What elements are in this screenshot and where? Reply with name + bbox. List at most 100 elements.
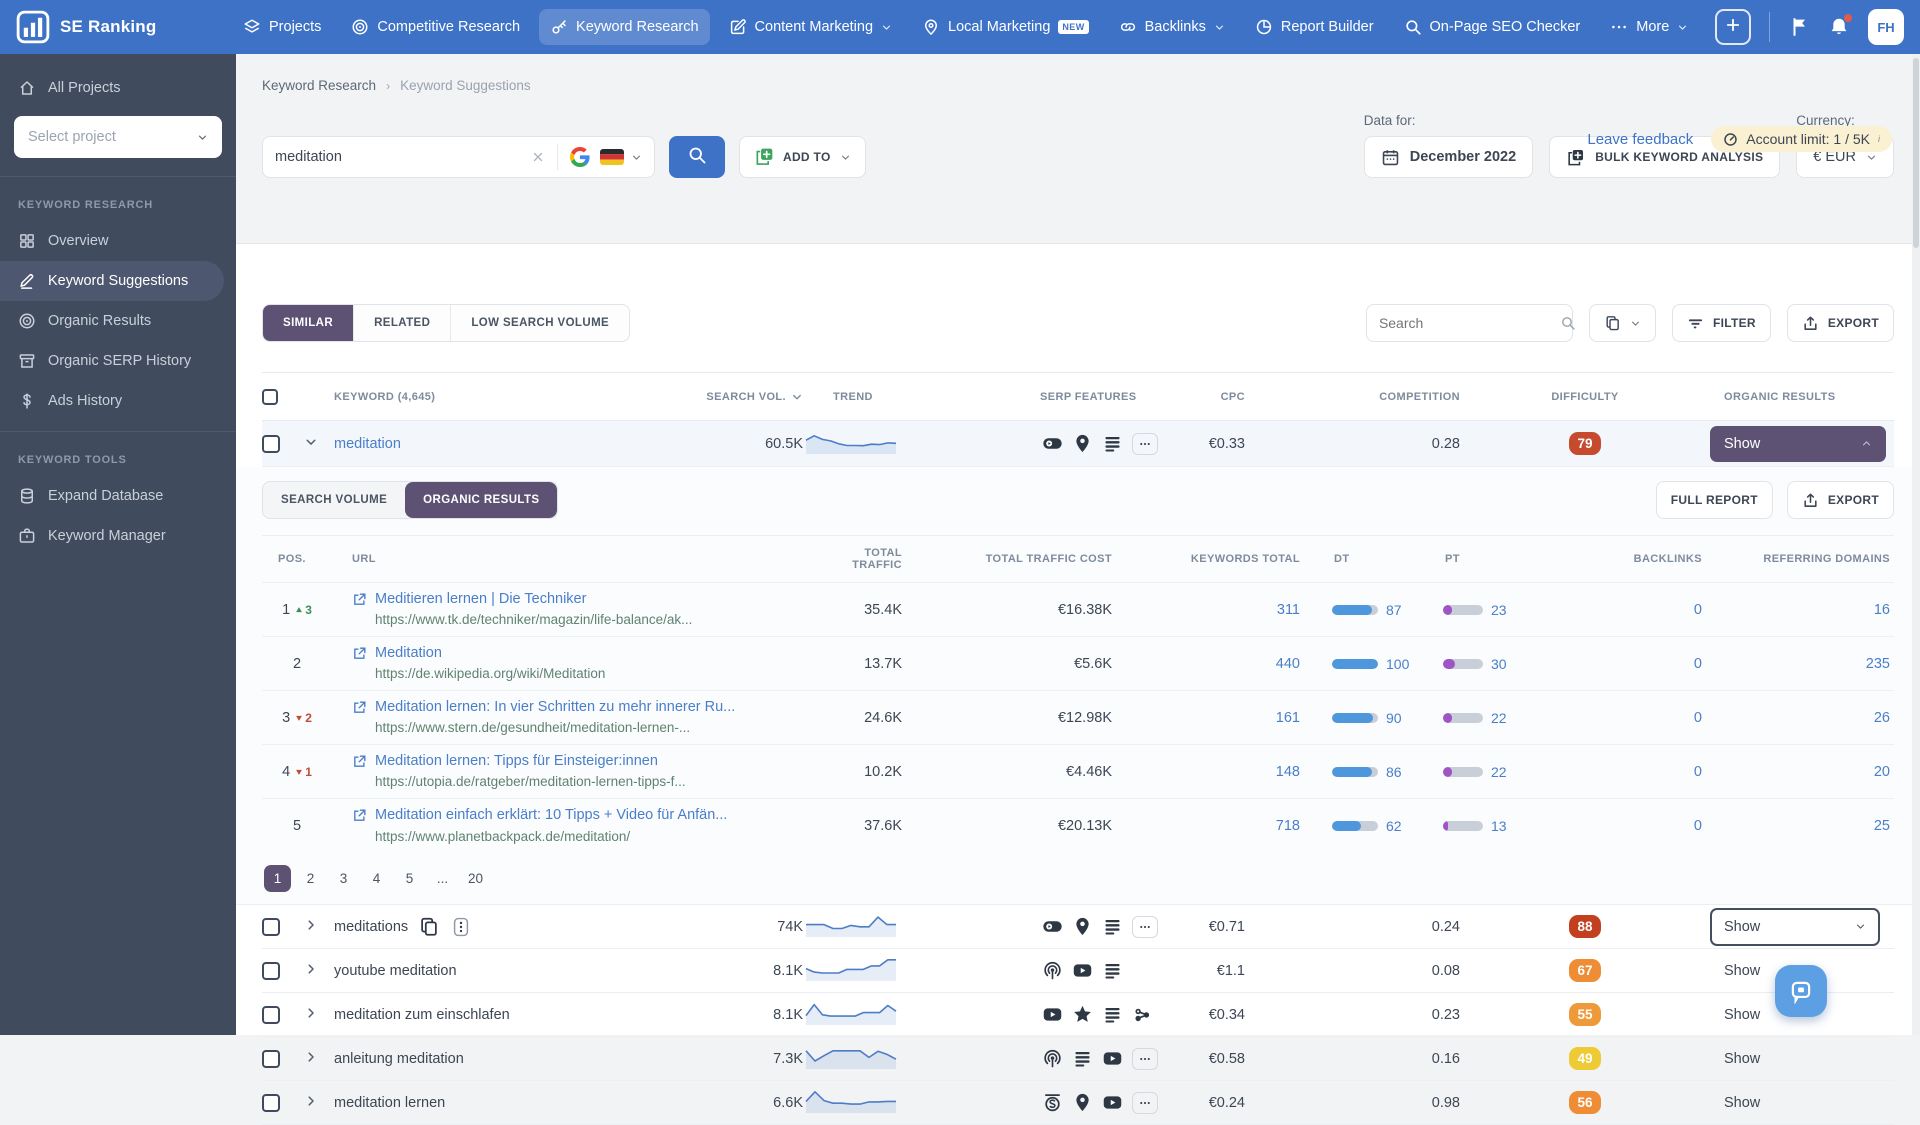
table-search-input[interactable] xyxy=(1379,315,1560,331)
page-button[interactable]: 1 xyxy=(264,865,291,892)
row-checkbox[interactable] xyxy=(262,435,280,453)
nav-local-marketing[interactable]: Local Marketing NEW xyxy=(911,9,1100,45)
columns-button[interactable] xyxy=(1589,304,1656,342)
nav-content-marketing[interactable]: Content Marketing xyxy=(718,9,903,45)
more-icon[interactable] xyxy=(1132,1092,1158,1114)
nav-keyword-research[interactable]: Keyword Research xyxy=(539,9,710,45)
select-project-dropdown[interactable]: Select project xyxy=(14,116,222,158)
nav-more[interactable]: More xyxy=(1599,9,1699,45)
more-icon[interactable] xyxy=(1132,1048,1158,1070)
tab-related[interactable]: RELATED xyxy=(354,305,451,341)
row-checkbox[interactable] xyxy=(262,1050,280,1068)
result-title-link[interactable]: Meditation lernen: In vier Schritten zu … xyxy=(352,697,842,719)
keywords-total-link[interactable]: 440 xyxy=(1112,656,1300,672)
nav-report-builder[interactable]: Report Builder xyxy=(1244,9,1385,45)
expand-row-icon[interactable] xyxy=(304,962,318,976)
date-picker-button[interactable]: December 2022 xyxy=(1364,136,1533,178)
whats-new-flag-button[interactable] xyxy=(1788,16,1810,38)
chevron-down-icon[interactable] xyxy=(631,152,642,163)
result-title-link[interactable]: Meditation xyxy=(352,643,842,665)
chat-widget-button[interactable] xyxy=(1775,965,1827,1017)
search-button[interactable] xyxy=(669,136,725,178)
sidebar-item-expand-database[interactable]: Expand Database xyxy=(0,476,236,516)
keywords-total-link[interactable]: 148 xyxy=(1112,764,1300,780)
col-competition[interactable]: COMPETITION xyxy=(1245,391,1460,403)
row-checkbox[interactable] xyxy=(262,1006,280,1024)
tab-low-search-volume[interactable]: LOW SEARCH VOLUME xyxy=(451,305,629,341)
result-title-link[interactable]: Meditation lernen: Tipps für Einsteiger:… xyxy=(352,751,842,773)
export-button[interactable]: EXPORT xyxy=(1787,304,1894,342)
result-title-link[interactable]: Meditation einfach erklärt: 10 Tipps + V… xyxy=(352,805,842,827)
more-icon[interactable] xyxy=(1132,433,1158,455)
show-organic-results-button[interactable]: Show xyxy=(1710,426,1886,462)
add-to-button[interactable]: ADD TO xyxy=(739,136,866,178)
copy-keyword-icon[interactable] xyxy=(418,916,440,938)
brand[interactable]: SE Ranking xyxy=(16,10,186,44)
user-avatar[interactable]: FH xyxy=(1868,9,1904,45)
show-organic-results-link[interactable]: Show xyxy=(1710,1051,1760,1067)
page-button[interactable]: 3 xyxy=(330,865,357,892)
referring-domains-link[interactable]: 16 xyxy=(1702,602,1890,618)
select-all-checkbox[interactable] xyxy=(262,389,278,405)
result-title-link[interactable]: Meditieren lernen | Die Techniker xyxy=(352,589,842,611)
show-organic-results-link[interactable]: Show xyxy=(1710,1007,1760,1023)
filter-button[interactable]: FILTER xyxy=(1672,304,1771,342)
keyword-link[interactable]: meditation xyxy=(334,436,401,452)
keywords-total-link[interactable]: 311 xyxy=(1112,602,1300,618)
more-icon[interactable] xyxy=(1132,916,1158,938)
leave-feedback-link[interactable]: Leave feedback xyxy=(1587,131,1693,148)
breadcrumb-parent[interactable]: Keyword Research xyxy=(262,78,376,93)
referring-domains-link[interactable]: 20 xyxy=(1702,764,1890,780)
col-search-vol[interactable]: SEARCH VOL. xyxy=(640,391,803,403)
row-checkbox[interactable] xyxy=(262,918,280,936)
col-difficulty[interactable]: DIFFICULTY xyxy=(1460,391,1710,403)
tab-organic-results[interactable]: ORGANIC RESULTS xyxy=(405,482,557,518)
nav-backlinks[interactable]: Backlinks xyxy=(1108,9,1236,45)
page-button[interactable]: 4 xyxy=(363,865,390,892)
expand-row-icon[interactable] xyxy=(304,918,318,932)
col-keyword[interactable]: KEYWORD (4,645) xyxy=(334,391,640,403)
sidebar-item-organic-serp-history[interactable]: Organic SERP History xyxy=(0,341,236,381)
backlinks-link[interactable]: 0 xyxy=(1572,818,1702,834)
sidebar-item-keyword-suggestions[interactable]: Keyword Suggestions xyxy=(0,261,224,301)
collapse-row-icon[interactable] xyxy=(304,435,318,449)
referring-domains-link[interactable]: 25 xyxy=(1702,818,1890,834)
nav-projects[interactable]: Projects xyxy=(232,9,332,45)
keyword-search-input[interactable] xyxy=(275,149,531,165)
expand-row-icon[interactable] xyxy=(304,1050,318,1064)
keyword-text[interactable]: meditations xyxy=(334,919,408,935)
backlinks-link[interactable]: 0 xyxy=(1572,602,1702,618)
backlinks-link[interactable]: 0 xyxy=(1572,710,1702,726)
page-button[interactable]: 5 xyxy=(396,865,423,892)
referring-domains-link[interactable]: 235 xyxy=(1702,656,1890,672)
sidebar-item-keyword-manager[interactable]: Keyword Manager xyxy=(0,516,236,556)
scrollbar-thumb[interactable] xyxy=(1913,58,1919,248)
sidebar-item-overview[interactable]: Overview xyxy=(0,221,236,261)
page-button[interactable]: 2 xyxy=(297,865,324,892)
nav-onpage-seo-checker[interactable]: On-Page SEO Checker xyxy=(1393,9,1592,45)
row-checkbox[interactable] xyxy=(262,962,280,980)
germany-flag-icon[interactable] xyxy=(600,149,624,165)
page-button[interactable]: 20 xyxy=(462,865,489,892)
row-menu-icon[interactable] xyxy=(450,916,472,938)
tab-search-volume[interactable]: SEARCH VOLUME xyxy=(263,482,405,518)
backlinks-link[interactable]: 0 xyxy=(1572,764,1702,780)
row-checkbox[interactable] xyxy=(262,1094,280,1112)
show-organic-results-link[interactable]: Show xyxy=(1710,963,1760,979)
expand-row-icon[interactable] xyxy=(304,1006,318,1020)
sidebar-all-projects[interactable]: All Projects xyxy=(0,68,236,108)
expand-row-icon[interactable] xyxy=(304,1094,318,1108)
sidebar-item-organic-results[interactable]: Organic Results xyxy=(0,301,236,341)
keyword-text[interactable]: meditation zum einschlafen xyxy=(334,1007,510,1023)
keywords-total-link[interactable]: 161 xyxy=(1112,710,1300,726)
full-report-button[interactable]: FULL REPORT xyxy=(1656,481,1773,519)
keyword-text[interactable]: youtube meditation xyxy=(334,963,457,979)
tab-similar[interactable]: SIMILAR xyxy=(263,305,354,341)
keywords-total-link[interactable]: 718 xyxy=(1112,818,1300,834)
nav-competitive-research[interactable]: Competitive Research xyxy=(340,9,531,45)
notifications-button[interactable] xyxy=(1828,16,1850,38)
panel-export-button[interactable]: EXPORT xyxy=(1787,481,1894,519)
page-scrollbar[interactable] xyxy=(1912,54,1920,1035)
col-cpc[interactable]: CPC xyxy=(1180,391,1245,403)
referring-domains-link[interactable]: 26 xyxy=(1702,710,1890,726)
